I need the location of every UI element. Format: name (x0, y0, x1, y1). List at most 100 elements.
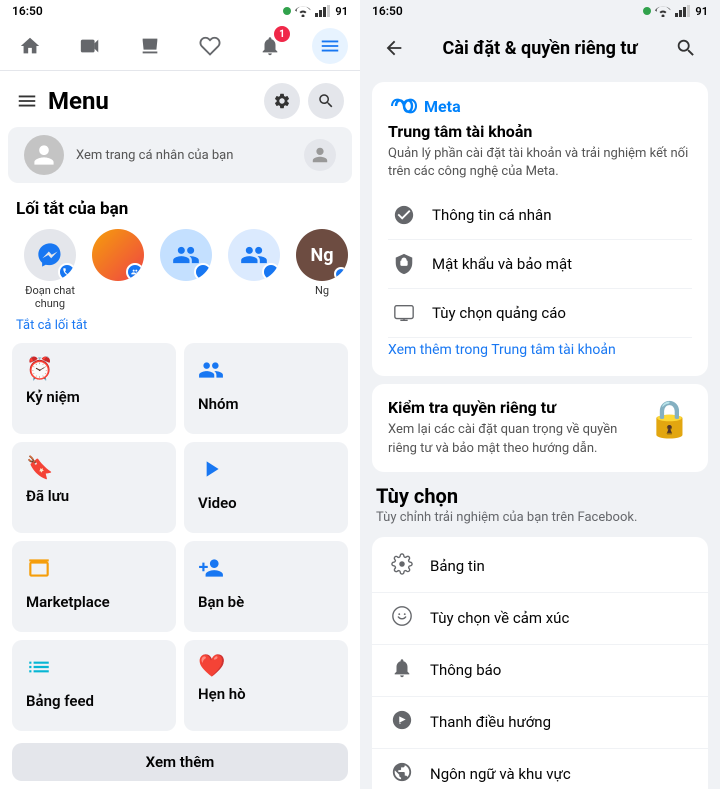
thong-bao-icon (388, 657, 416, 684)
bang-tin-label: Bảng tin (430, 557, 485, 575)
meta-symbol (388, 96, 420, 116)
thong-bao-label: Thông báo (430, 661, 501, 679)
meta-card: Meta Trung tâm tài khoản Quản lý phần cà… (372, 82, 708, 376)
menu-header: Menu (0, 71, 360, 127)
ky-niem-label: Kỷ niệm (26, 388, 162, 406)
left-status-icons: 91 (283, 5, 348, 18)
grid-ky-niem[interactable]: ⏰ Kỷ niệm (12, 343, 176, 434)
signal-icon (315, 5, 331, 17)
marketplace-icon (26, 555, 162, 587)
profile-placeholder: Xem trang cá nhân của bạn (76, 148, 292, 163)
password-security-row[interactable]: Mật khẩu và bảo mật (388, 240, 692, 289)
all-shortcuts-link[interactable]: Tắt cả lối tắt (0, 316, 360, 339)
grid-nhom[interactable]: Nhóm (184, 343, 348, 434)
meta-label: Meta (424, 97, 461, 116)
meta-logo: Meta (388, 96, 692, 116)
ban-be-icon (198, 555, 334, 587)
nav-video[interactable] (72, 28, 108, 64)
shortcut-label-ng: Ng (315, 284, 329, 297)
bell-badge: 1 (274, 26, 290, 42)
right-search-button[interactable] (668, 30, 704, 66)
grid-marketplace[interactable]: Marketplace (12, 541, 176, 632)
meta-card-desc: Quản lý phần cài đặt tài khoản và trải n… (388, 145, 692, 181)
left-status-bar: 16:50 91 (0, 0, 360, 22)
shortcut-avatar (160, 229, 212, 281)
shortcut-avatar (92, 229, 144, 281)
shortcut-badge-3 (194, 263, 212, 281)
active-dot (283, 7, 291, 15)
bang-tin-icon (388, 553, 416, 580)
bang-feed-icon (26, 654, 162, 686)
right-signal-icon (675, 5, 691, 17)
options-section-sub: Tùy chỉnh trải nghiệm của bạn trên Faceb… (376, 510, 704, 525)
da-luu-icon: 🔖 (26, 456, 162, 481)
shortcut-item[interactable] (84, 229, 152, 310)
option-bang-tin[interactable]: Bảng tin (372, 541, 708, 593)
nhom-icon (198, 357, 334, 389)
see-more-button[interactable]: Xem thêm (12, 743, 348, 781)
shortcut-item-ng[interactable]: Ng Ng (288, 229, 356, 310)
profile-row[interactable]: Xem trang cá nhân của bạn (8, 127, 352, 183)
right-status-icons: 91 (643, 5, 708, 18)
shortcut-messenger-badge (58, 263, 76, 281)
nav-store[interactable] (132, 28, 168, 64)
ky-niem-icon: ⏰ (26, 357, 162, 382)
option-cam-xuc[interactable]: Tùy chọn về cảm xúc (372, 593, 708, 645)
ngon-ngu-icon (388, 761, 416, 788)
grid-da-luu[interactable]: 🔖 Đã lưu (12, 442, 176, 533)
grid-ban-be[interactable]: Bạn bè (184, 541, 348, 632)
grid-hen-ho[interactable]: ❤️ Hẹn hò (184, 640, 348, 731)
options-section-title: Tùy chọn (376, 484, 704, 508)
option-thong-bao[interactable]: Thông báo (372, 645, 708, 697)
shortcuts-grid: ⏰ Kỷ niệm Nhóm 🔖 Đã lưu Video Marketplac… (0, 339, 360, 735)
thanh-dieu-huong-label: Thanh điều hướng (430, 713, 551, 731)
shortcut-item[interactable] (152, 229, 220, 310)
grid-bang-feed[interactable]: Bảng feed (12, 640, 176, 731)
privacy-check-title: Kiểm tra quyền riêng tư (388, 398, 635, 417)
shortcut-badge-4 (262, 263, 280, 281)
avatar (24, 135, 64, 175)
shortcuts-row: Đoạn chat chung (0, 223, 360, 316)
hamburger-icon (16, 90, 38, 112)
shortcut-item[interactable]: Đoạn chat chung (16, 229, 84, 310)
right-panel: 16:50 91 Cài đặt & quyền riêng tư Meta (360, 0, 720, 789)
options-card: Bảng tin Tùy chọn về cảm xúc Thông báo T… (372, 537, 708, 789)
right-wifi-icon (655, 5, 671, 17)
shortcut-badge (126, 263, 144, 281)
nav-heart[interactable] (192, 28, 228, 64)
nhom-label: Nhóm (198, 395, 334, 413)
search-button[interactable] (308, 83, 344, 119)
nav-home[interactable] (12, 28, 48, 64)
shortcut-item[interactable] (220, 229, 288, 310)
option-thanh-dieu-huong[interactable]: Thanh điều hướng (372, 697, 708, 749)
privacy-check-card[interactable]: Kiểm tra quyền riêng tư Xem lại các cài … (372, 384, 708, 471)
cam-xuc-icon (388, 605, 416, 632)
password-icon (388, 248, 420, 280)
personal-info-icon (388, 199, 420, 231)
ads-prefs-row[interactable]: Tùy chọn quảng cáo (388, 289, 692, 338)
shortcut-avatar (24, 229, 76, 281)
video-label: Video (198, 494, 334, 512)
nav-bell[interactable]: 1 (252, 28, 288, 64)
video-icon (198, 456, 334, 488)
profile-avatar-right (304, 139, 336, 171)
right-battery: 91 (695, 5, 708, 18)
left-time: 16:50 (12, 4, 43, 18)
privacy-check-desc: Xem lại các cài đặt quan trọng về quyền … (388, 421, 635, 457)
nav-menu[interactable] (312, 28, 348, 64)
ads-icon (388, 297, 420, 329)
da-luu-label: Đã lưu (26, 487, 162, 505)
shortcuts-section-label: Lối tắt của bạn (0, 191, 360, 223)
personal-info-row[interactable]: Thông tin cá nhân (388, 191, 692, 240)
settings-button[interactable] (264, 83, 300, 119)
hen-ho-icon: ❤️ (198, 654, 334, 679)
right-time: 16:50 (372, 4, 403, 18)
marketplace-label: Marketplace (26, 593, 162, 611)
option-ngon-ngu[interactable]: Ngôn ngữ và khu vực (372, 749, 708, 789)
right-header-title: Cài đặt & quyền riêng tư (412, 38, 668, 59)
back-button[interactable] (376, 30, 412, 66)
grid-video[interactable]: Video (184, 442, 348, 533)
right-active-dot (643, 7, 651, 15)
meta-link[interactable]: Xem thêm trong Trung tâm tài khoản (388, 338, 692, 362)
personal-info-label: Thông tin cá nhân (432, 206, 551, 224)
